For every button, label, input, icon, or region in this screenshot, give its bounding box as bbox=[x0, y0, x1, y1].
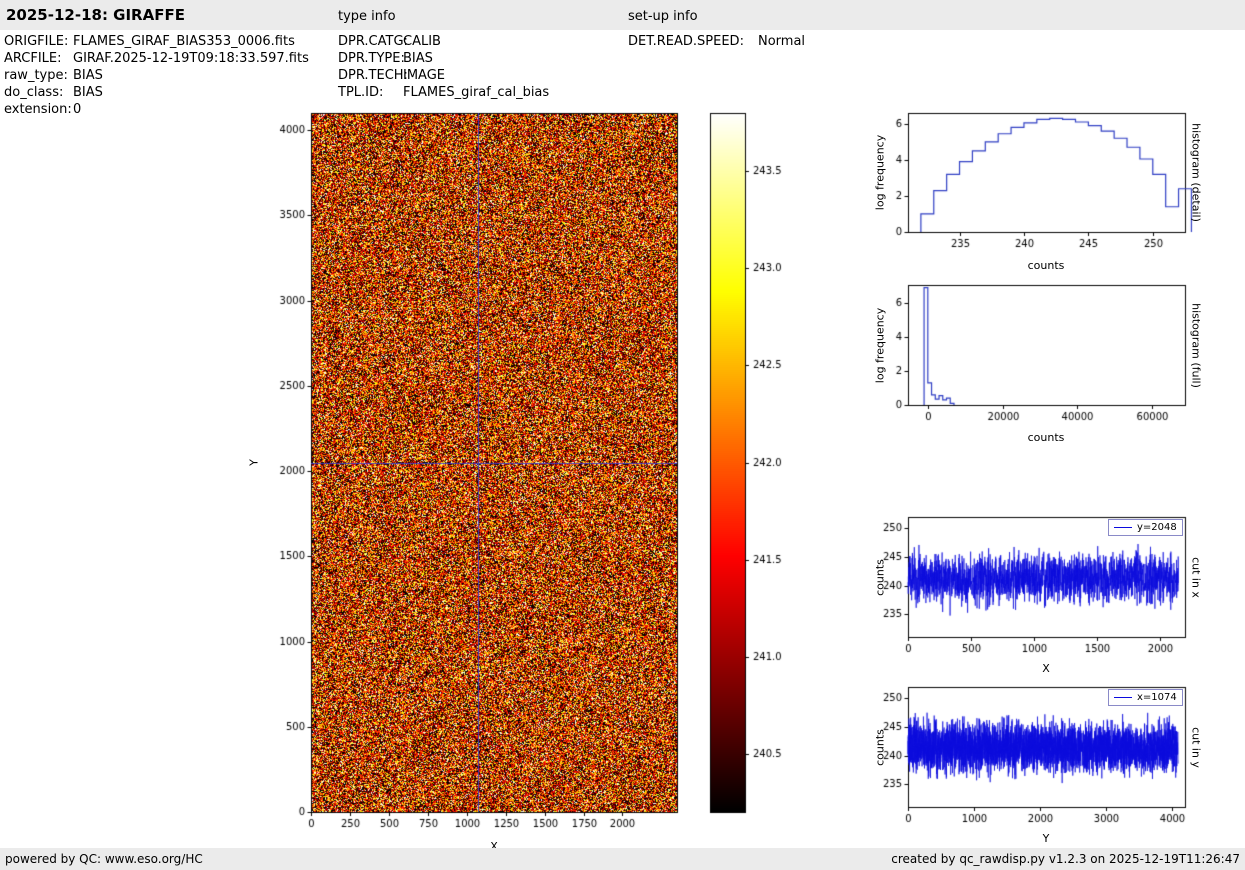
cut-y-side-label: cut in y bbox=[1189, 727, 1203, 768]
info-value: Normal bbox=[758, 34, 806, 49]
cut-x-yaxis-label: counts bbox=[873, 559, 887, 596]
info-label: DPR.TECH: bbox=[338, 68, 408, 83]
info-value: BIAS bbox=[403, 51, 433, 66]
hist-full-xaxis-label: counts bbox=[1027, 431, 1065, 444]
info-row: do_class: BIAS bbox=[4, 84, 309, 101]
info-label: do_class: bbox=[4, 85, 64, 100]
legend-line-sample bbox=[1114, 697, 1132, 698]
cut-x-legend: y=2048 bbox=[1108, 519, 1183, 536]
bias-image-plot bbox=[273, 105, 685, 842]
info-label: TPL.ID: bbox=[338, 85, 384, 100]
info-value: BIAS bbox=[73, 85, 103, 100]
info-label: raw_type: bbox=[4, 68, 68, 83]
hist-full-side-label: histogram (full) bbox=[1189, 303, 1203, 388]
hist-full-yaxis-label: log frequency bbox=[873, 307, 887, 384]
cut-x-side-label: cut in x bbox=[1189, 557, 1203, 598]
cut-y-xaxis-label: Y bbox=[1042, 832, 1050, 845]
info-row: ARCFILE: GIRAF.2025-12-19T09:18:33.597.fi… bbox=[4, 50, 309, 67]
cut-y-legend: x=1074 bbox=[1108, 689, 1183, 706]
setup-info-heading: set-up info bbox=[628, 9, 698, 24]
qc-report-page: 2025-12-18: GIRAFFE type info set-up inf… bbox=[0, 0, 1245, 870]
cut-x-xaxis-label: X bbox=[1042, 662, 1050, 675]
info-row: ORIGFILE: FLAMES_GIRAF_BIAS353_0006.fits bbox=[4, 33, 309, 50]
info-row: TPL.ID: FLAMES_giraf_cal_bias bbox=[338, 84, 549, 101]
hist-detail-yaxis-label: log frequency bbox=[873, 134, 887, 211]
info-label: DET.READ.SPEED: bbox=[628, 34, 744, 49]
info-value: FLAMES_giraf_cal_bias bbox=[403, 85, 550, 100]
info-value: 0 bbox=[73, 102, 82, 117]
file-info-block: ORIGFILE: FLAMES_GIRAF_BIAS353_0006.fits A… bbox=[4, 33, 309, 118]
footer-left-text: powered by QC: www.eso.org/HC bbox=[5, 852, 203, 866]
info-row: DET.READ.SPEED: Normal bbox=[628, 33, 805, 50]
info-label: DPR.TYPE: bbox=[338, 51, 405, 66]
info-row: DPR.TECH:IMAGE bbox=[338, 67, 549, 84]
cut-y-legend-label: x=1074 bbox=[1137, 692, 1177, 703]
info-row: DPR.CATG:CALIB bbox=[338, 33, 549, 50]
info-label: ORIGFILE: bbox=[4, 34, 69, 49]
cut-y-yaxis-label: counts bbox=[873, 729, 887, 766]
histogram-full-plot bbox=[870, 277, 1195, 429]
info-row: DPR.TYPE:BIAS bbox=[338, 50, 549, 67]
info-label: DPR.CATG: bbox=[338, 34, 408, 49]
hist-detail-side-label: histogram (detail) bbox=[1189, 123, 1203, 222]
info-value: CALIB bbox=[403, 34, 441, 49]
footer-bar: powered by QC: www.eso.org/HC created by… bbox=[0, 848, 1245, 870]
info-label: extension: bbox=[4, 102, 72, 117]
footer-right-text: created by qc_rawdisp.py v1.2.3 on 2025-… bbox=[891, 852, 1240, 866]
cut-x-legend-label: y=2048 bbox=[1137, 522, 1177, 533]
info-row: raw_type: BIAS bbox=[4, 67, 309, 84]
histogram-detail-plot bbox=[870, 105, 1195, 257]
hist-detail-xaxis-label: counts bbox=[1027, 259, 1065, 272]
info-label: ARCFILE: bbox=[4, 51, 62, 66]
legend-line-sample bbox=[1114, 527, 1132, 528]
info-value: FLAMES_GIRAF_BIAS353_0006.fits bbox=[73, 34, 295, 49]
info-value: IMAGE bbox=[403, 68, 446, 83]
info-value: GIRAF.2025-12-19T09:18:33.597.fits bbox=[73, 51, 309, 66]
type-info-heading: type info bbox=[338, 9, 396, 24]
info-value: BIAS bbox=[73, 68, 103, 83]
colorbar bbox=[700, 105, 795, 842]
setup-info-block: DET.READ.SPEED: Normal bbox=[628, 33, 805, 50]
type-info-block: DPR.CATG:CALIB DPR.TYPE:BIAS DPR.TECH:IMAG… bbox=[338, 33, 549, 101]
raw-yaxis-label: Y bbox=[247, 459, 261, 466]
page-title: 2025-12-18: GIRAFFE bbox=[6, 6, 185, 24]
header-bar: 2025-12-18: GIRAFFE type info set-up inf… bbox=[0, 0, 1245, 30]
info-row: extension:0 bbox=[4, 101, 309, 118]
